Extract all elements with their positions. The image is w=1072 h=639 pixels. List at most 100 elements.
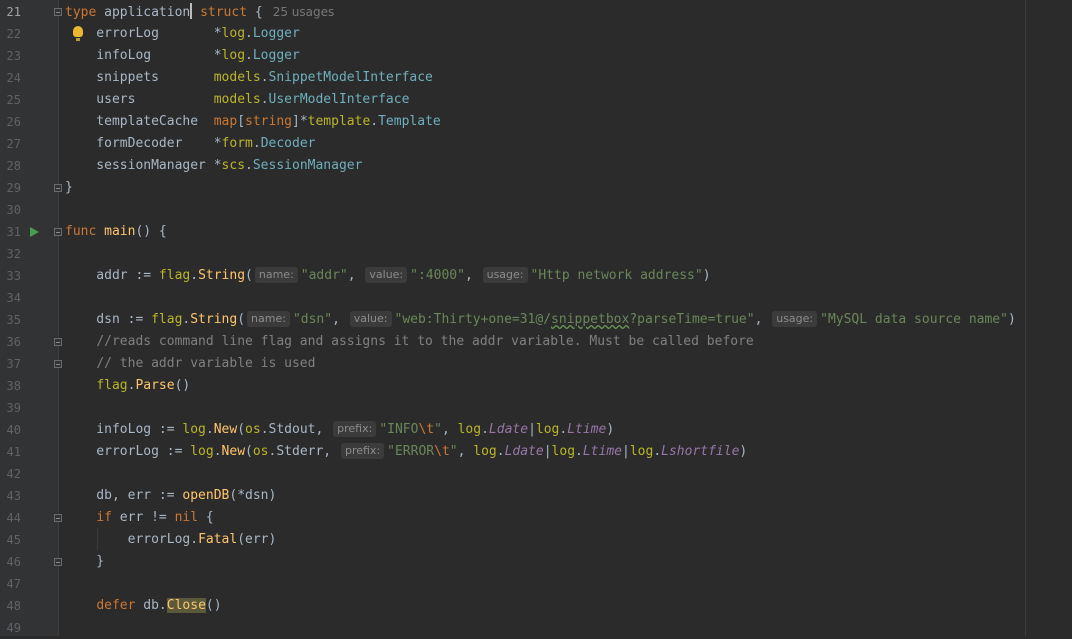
code-text[interactable]: func main() {: [65, 221, 167, 243]
fold-toggle-icon[interactable]: [54, 360, 62, 368]
code-text[interactable]: }: [65, 551, 104, 573]
code-text[interactable]: defer db.Close(): [65, 595, 222, 617]
line-number[interactable]: 44: [0, 507, 21, 529]
code-editor[interactable]: 21 type application struct {25 usages 22 e…: [0, 0, 1072, 636]
code-token: \t: [418, 422, 435, 437]
code-text[interactable]: flag.Parse(): [65, 375, 190, 397]
code-line[interactable]: 36 //reads command line flag and assigns…: [0, 331, 1072, 353]
line-number[interactable]: 33: [0, 265, 21, 287]
code-line[interactable]: 37 // the addr variable is used: [0, 353, 1072, 375]
line-number[interactable]: 42: [0, 463, 21, 485]
line-number[interactable]: 22: [0, 23, 21, 45]
code-line[interactable]: 43 db, err := openDB(*dsn): [0, 485, 1072, 507]
code-line[interactable]: 39: [0, 397, 1072, 419]
code-text[interactable]: formDecoder *form.Decoder: [65, 133, 315, 155]
code-line[interactable]: 42: [0, 463, 1072, 485]
code-text[interactable]: type application struct {25 usages: [65, 1, 334, 24]
line-number[interactable]: 43: [0, 485, 21, 507]
code-line[interactable]: 38 flag.Parse(): [0, 375, 1072, 397]
code-line[interactable]: 46 }: [0, 551, 1072, 573]
code-token: ): [739, 444, 748, 459]
line-number[interactable]: 46: [0, 551, 21, 573]
code-line[interactable]: 26 templateCache map[string]*template.Te…: [0, 111, 1072, 133]
usages-count[interactable]: 25 usages: [273, 5, 335, 19]
code-text[interactable]: errorLog := log.New(os.Stderr, prefix: "E…: [65, 441, 747, 463]
code-token: ?parseTime=true": [629, 312, 755, 327]
code-line[interactable]: 27 formDecoder *form.Decoder: [0, 133, 1072, 155]
code-text[interactable]: infoLog := log.New(os.Stdout, prefix: "IN…: [65, 419, 614, 441]
code-text[interactable]: if err != nil {: [65, 507, 213, 529]
code-line[interactable]: 32: [0, 243, 1072, 265]
fold-toggle-icon[interactable]: [54, 514, 62, 522]
code-line[interactable]: 24 snippets models.SnippetModelInterface: [0, 67, 1072, 89]
code-token: .: [260, 70, 269, 85]
code-line[interactable]: 40 infoLog := log.New(os.Stdout, prefix:…: [0, 419, 1072, 441]
line-number[interactable]: 37: [0, 353, 21, 375]
code-token: ]*: [292, 114, 308, 129]
line-number[interactable]: 35: [0, 309, 21, 331]
line-number[interactable]: 41: [0, 441, 21, 463]
code-line[interactable]: 45 errorLog.Fatal(err): [0, 529, 1072, 551]
line-number[interactable]: 34: [0, 287, 21, 309]
code-text[interactable]: //reads command line flag and assigns it…: [65, 331, 753, 353]
fold-toggle-icon[interactable]: [54, 8, 62, 16]
line-number[interactable]: 30: [0, 199, 21, 221]
line-number[interactable]: 31: [0, 221, 21, 243]
code-line[interactable]: 31 func main() {: [0, 221, 1072, 243]
code-line[interactable]: 28 sessionManager *scs.SessionManager: [0, 155, 1072, 177]
line-number[interactable]: 28: [0, 155, 21, 177]
fold-toggle-icon[interactable]: [54, 184, 62, 192]
code-line[interactable]: 30: [0, 199, 1072, 221]
fold-toggle-icon[interactable]: [54, 228, 62, 236]
run-gutter-icon[interactable]: [30, 227, 39, 237]
line-number[interactable]: 47: [0, 573, 21, 595]
code-line[interactable]: 35 dsn := flag.String(name: "dsn", value:…: [0, 309, 1072, 331]
code-text[interactable]: templateCache map[string]*template.Templ…: [65, 111, 440, 133]
fold-toggle-icon[interactable]: [54, 558, 62, 566]
line-number[interactable]: 23: [0, 45, 21, 67]
code-text[interactable]: db, err := openDB(*dsn): [65, 485, 276, 507]
code-token: defer: [96, 598, 136, 613]
code-token: ): [702, 268, 711, 283]
code-text[interactable]: errorLog *log.Logger: [65, 23, 300, 45]
line-number[interactable]: 25: [0, 89, 21, 111]
code-line[interactable]: 48 defer db.Close(): [0, 595, 1072, 617]
code-text[interactable]: // the addr variable is used: [65, 353, 315, 375]
code-line[interactable]: 21 type application struct {25 usages: [0, 1, 1072, 23]
code-text[interactable]: snippets models.SnippetModelInterface: [65, 67, 433, 89]
code-token: String: [190, 312, 238, 327]
code-line[interactable]: 34: [0, 287, 1072, 309]
code-token: .: [245, 158, 253, 173]
code-line[interactable]: 41 errorLog := log.New(os.Stderr, prefix…: [0, 441, 1072, 463]
line-number[interactable]: 40: [0, 419, 21, 441]
code-line[interactable]: 25 users models.UserModelInterface: [0, 89, 1072, 111]
code-text[interactable]: errorLog.Fatal(err): [65, 529, 277, 551]
code-text[interactable]: addr := flag.String(name: "addr", value: "…: [65, 265, 711, 287]
code-text[interactable]: }: [65, 177, 73, 199]
line-number[interactable]: 21: [0, 1, 21, 23]
line-number[interactable]: 39: [0, 397, 21, 419]
code-token: Logger: [252, 48, 300, 63]
code-token: openDB: [182, 488, 230, 503]
code-line[interactable]: 33 addr := flag.String(name: "addr", valu…: [0, 265, 1072, 287]
line-number[interactable]: 38: [0, 375, 21, 397]
code-text[interactable]: infoLog *log.Logger: [65, 45, 300, 67]
code-line[interactable]: 29}: [0, 177, 1072, 199]
line-number[interactable]: 29: [0, 177, 21, 199]
code-text[interactable]: users models.UserModelInterface: [65, 89, 409, 111]
line-number[interactable]: 26: [0, 111, 21, 133]
code-line[interactable]: 23 infoLog *log.Logger: [0, 45, 1072, 67]
line-number[interactable]: 36: [0, 331, 21, 353]
code-text[interactable]: sessionManager *scs.SessionManager: [65, 155, 362, 177]
code-line[interactable]: 44 if err != nil {: [0, 507, 1072, 529]
line-number[interactable]: 27: [0, 133, 21, 155]
line-number[interactable]: 48: [0, 595, 21, 617]
line-number[interactable]: 24: [0, 67, 21, 89]
code-token: log: [473, 444, 497, 459]
code-line[interactable]: 22 errorLog *log.Logger: [0, 23, 1072, 45]
code-text[interactable]: dsn := flag.String(name: "dsn", value: "we…: [65, 309, 1016, 331]
code-line[interactable]: 47: [0, 573, 1072, 595]
fold-toggle-icon[interactable]: [54, 338, 62, 346]
line-number[interactable]: 45: [0, 529, 21, 551]
line-number[interactable]: 32: [0, 243, 21, 265]
